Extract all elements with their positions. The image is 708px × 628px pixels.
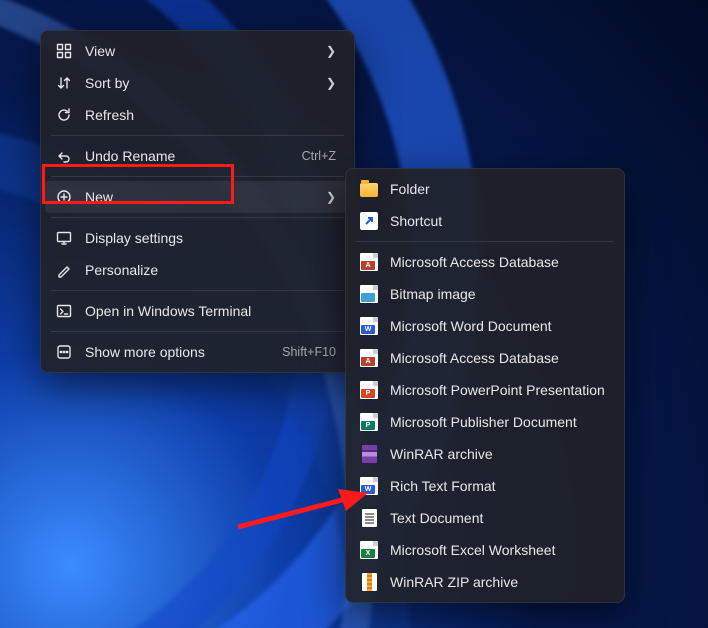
menu-item-undo-rename[interactable]: Undo Rename Ctrl+Z: [45, 140, 350, 172]
ppt-icon: P: [360, 381, 378, 399]
txt-icon: [360, 509, 378, 527]
submenu-label: WinRAR ZIP archive: [390, 574, 606, 590]
submenu-item-shortcut[interactable]: Shortcut: [350, 205, 620, 237]
undo-icon: [55, 147, 73, 165]
personalize-icon: [55, 261, 73, 279]
rar-icon: [360, 445, 378, 463]
chevron-right-icon: ❯: [326, 190, 336, 204]
menu-label: Open in Windows Terminal: [85, 303, 336, 319]
submenu-item-access[interactable]: A Microsoft Access Database: [350, 246, 620, 278]
sort-icon: [55, 74, 73, 92]
submenu-label: Microsoft Access Database: [390, 350, 606, 366]
chevron-right-icon: ❯: [326, 76, 336, 90]
menu-label: Sort by: [85, 75, 290, 91]
menu-item-personalize[interactable]: Personalize: [45, 254, 350, 286]
menu-label: View: [85, 43, 290, 59]
word-icon: W: [360, 317, 378, 335]
menu-item-show-more-options[interactable]: Show more options Shift+F10: [45, 336, 350, 368]
submenu-label: WinRAR archive: [390, 446, 606, 462]
submenu-item-rtf[interactable]: W Rich Text Format: [350, 470, 620, 502]
rtf-icon: W: [360, 477, 378, 495]
submenu-label: Folder: [390, 181, 606, 197]
menu-label: Personalize: [85, 262, 336, 278]
submenu-label: Microsoft Access Database: [390, 254, 606, 270]
access-icon: A: [360, 349, 378, 367]
submenu-item-word[interactable]: W Microsoft Word Document: [350, 310, 620, 342]
submenu-item-zip[interactable]: WinRAR ZIP archive: [350, 566, 620, 598]
menu-separator: [51, 331, 344, 332]
menu-label: Display settings: [85, 230, 336, 246]
shortcut-text: Shift+F10: [282, 345, 336, 359]
refresh-icon: [55, 106, 73, 124]
view-icon: [55, 42, 73, 60]
submenu-label: Microsoft PowerPoint Presentation: [390, 382, 606, 398]
submenu-item-rar[interactable]: WinRAR archive: [350, 438, 620, 470]
menu-label: New: [85, 189, 290, 205]
submenu-item-bitmap[interactable]: Bitmap image: [350, 278, 620, 310]
desktop-context-menu: View ❯ Sort by ❯ Refresh Undo Rename Ctr…: [40, 30, 355, 373]
submenu-label: Rich Text Format: [390, 478, 606, 494]
submenu-item-access[interactable]: A Microsoft Access Database: [350, 342, 620, 374]
more-icon: [55, 343, 73, 361]
menu-item-refresh[interactable]: Refresh: [45, 99, 350, 131]
menu-item-sort-by[interactable]: Sort by ❯: [45, 67, 350, 99]
menu-item-view[interactable]: View ❯: [45, 35, 350, 67]
access-icon: A: [360, 253, 378, 271]
menu-separator: [51, 176, 344, 177]
submenu-label: Shortcut: [390, 213, 606, 229]
xls-icon: X: [360, 541, 378, 559]
submenu-item-pub[interactable]: P Microsoft Publisher Document: [350, 406, 620, 438]
menu-label: Undo Rename: [85, 148, 266, 164]
bitmap-icon: [360, 285, 378, 303]
menu-label: Show more options: [85, 344, 246, 360]
submenu-label: Microsoft Publisher Document: [390, 414, 606, 430]
menu-separator: [51, 290, 344, 291]
menu-separator: [356, 241, 614, 242]
shortcut-icon: [360, 212, 378, 230]
submenu-label: Microsoft Excel Worksheet: [390, 542, 606, 558]
menu-item-open-terminal[interactable]: Open in Windows Terminal: [45, 295, 350, 327]
menu-item-new[interactable]: New ❯: [45, 181, 350, 213]
menu-separator: [51, 135, 344, 136]
display-icon: [55, 229, 73, 247]
new-submenu: Folder Shortcut A Microsoft Access Database…: [345, 168, 625, 603]
submenu-item-ppt[interactable]: P Microsoft PowerPoint Presentation: [350, 374, 620, 406]
menu-label: Refresh: [85, 107, 336, 123]
submenu-item-folder[interactable]: Folder: [350, 173, 620, 205]
shortcut-text: Ctrl+Z: [302, 149, 336, 163]
new-icon: [55, 188, 73, 206]
chevron-right-icon: ❯: [326, 44, 336, 58]
submenu-item-txt[interactable]: Text Document: [350, 502, 620, 534]
folder-icon: [360, 180, 378, 198]
menu-separator: [51, 217, 344, 218]
submenu-label: Text Document: [390, 510, 606, 526]
pub-icon: P: [360, 413, 378, 431]
submenu-label: Bitmap image: [390, 286, 606, 302]
zip-icon: [360, 573, 378, 591]
menu-item-display-settings[interactable]: Display settings: [45, 222, 350, 254]
submenu-item-xls[interactable]: X Microsoft Excel Worksheet: [350, 534, 620, 566]
submenu-label: Microsoft Word Document: [390, 318, 606, 334]
terminal-icon: [55, 302, 73, 320]
